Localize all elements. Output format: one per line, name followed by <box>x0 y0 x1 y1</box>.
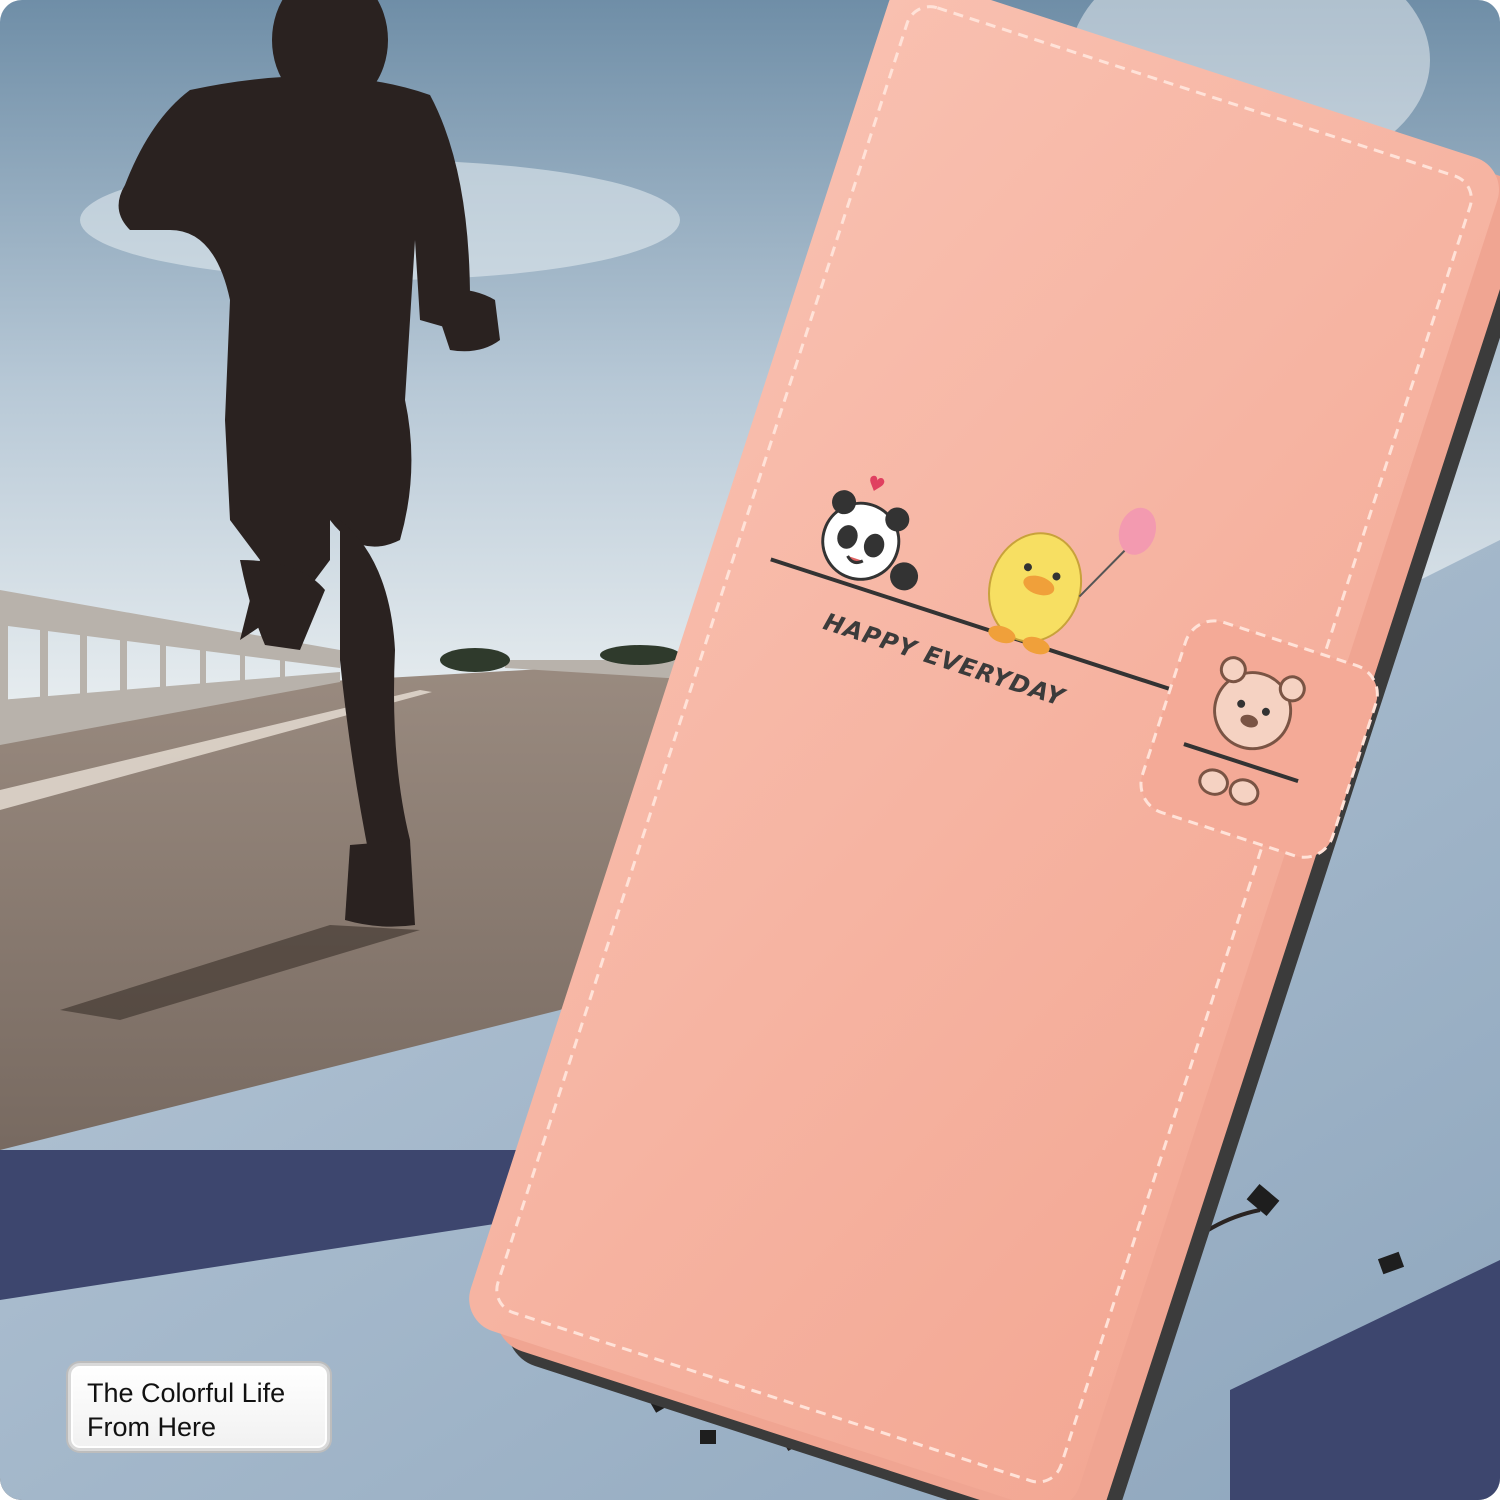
product-photo: ♥ HAPPY EVERYDAY The Colorful Life From … <box>0 0 1500 1500</box>
distant-trees <box>600 645 680 665</box>
caption-line-1: The Colorful Life <box>87 1378 286 1408</box>
distant-trees <box>440 648 510 672</box>
caption-badge: The Colorful Life From Here <box>68 1363 330 1451</box>
caption-line-2: From Here <box>87 1412 217 1442</box>
scene-illustration: ♥ HAPPY EVERYDAY <box>0 0 1500 1500</box>
